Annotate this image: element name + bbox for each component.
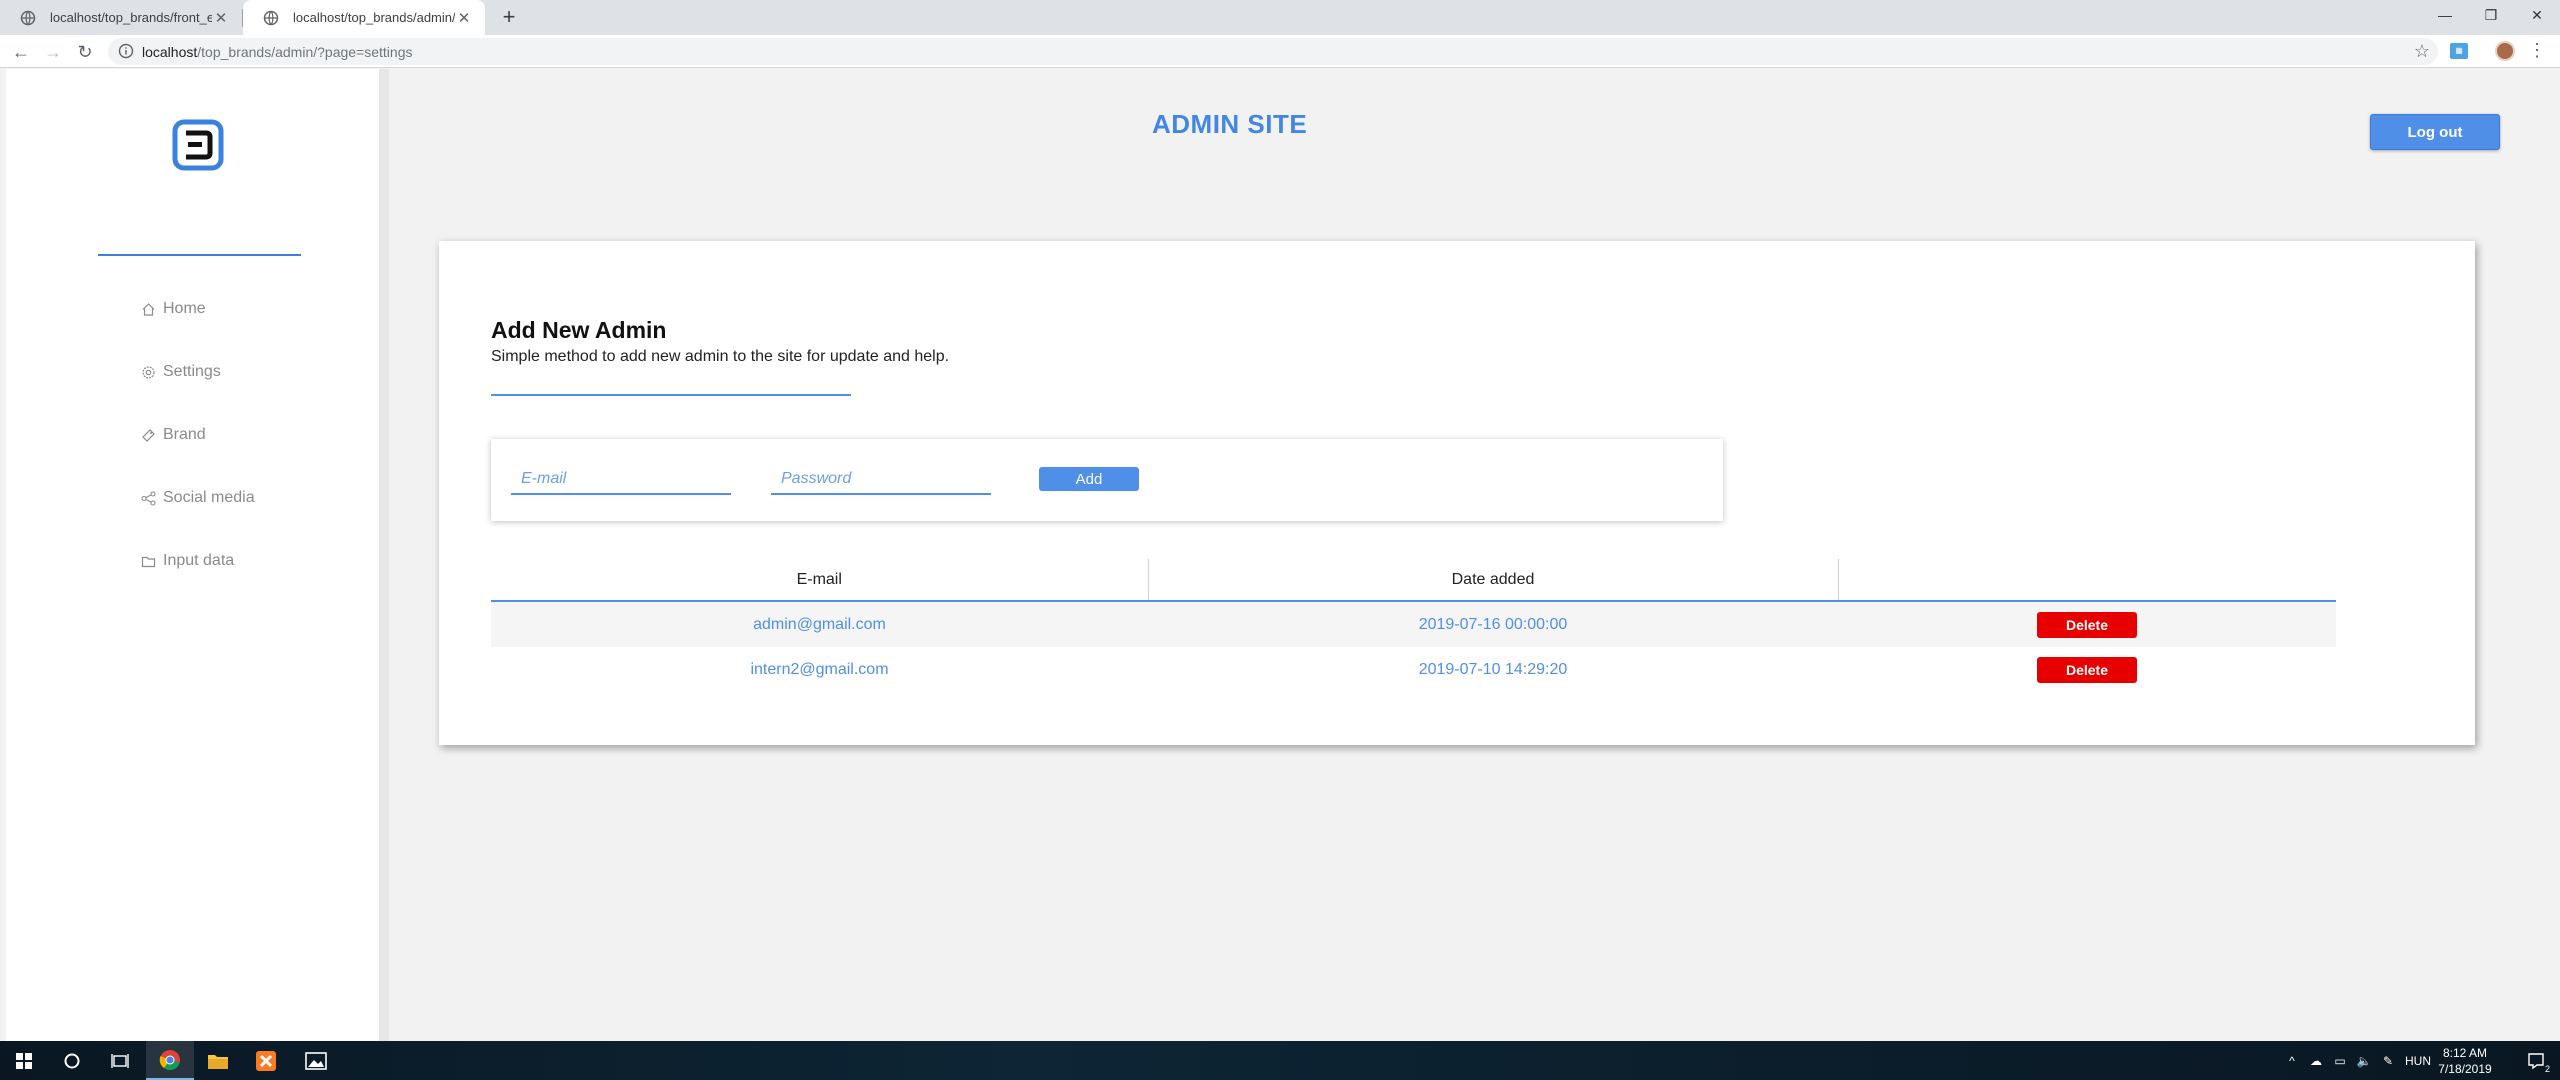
forward-icon[interactable]: → <box>40 39 66 65</box>
sidebar-item-settings[interactable]: Settings <box>141 363 221 381</box>
profile-avatar[interactable] <box>2495 41 2515 61</box>
sidebar-item-home[interactable]: Home <box>141 300 206 318</box>
email-field[interactable] <box>511 465 731 495</box>
search-icon[interactable] <box>48 1041 96 1080</box>
clock[interactable]: 8:12 AM 7/18/2019 <box>2430 1045 2500 1077</box>
logout-button[interactable]: Log out <box>2370 114 2500 150</box>
add-button[interactable]: Add <box>1039 467 1139 491</box>
chevron-up-icon[interactable]: ^ <box>2280 1054 2304 1068</box>
folder-icon <box>141 554 156 569</box>
globe-icon <box>20 10 36 26</box>
chrome-taskbar-icon[interactable] <box>146 1041 194 1080</box>
card-subtitle: Simple method to add new admin to the si… <box>491 348 950 365</box>
browser-tab-front-end[interactable]: localhost/top_brands/front_end/ ✕ <box>0 0 242 35</box>
minimize-icon[interactable]: — <box>2422 0 2468 30</box>
password-field[interactable] <box>771 465 991 495</box>
cloud-icon[interactable]: ☁ <box>2304 1054 2328 1068</box>
close-icon[interactable]: ✕ <box>212 9 230 27</box>
admin-date-added: 2019-07-16 00:00:00 <box>1148 601 1838 647</box>
photos-icon[interactable] <box>292 1041 340 1080</box>
sidebar: Home Settings Brand Social media Input d… <box>6 69 389 1041</box>
new-tab-button[interactable]: + <box>496 5 522 31</box>
title-underline <box>491 394 851 396</box>
menu-kebab-icon[interactable]: ⋮ <box>2528 40 2546 61</box>
action-cell: Delete <box>1838 647 2336 693</box>
table-row: admin@gmail.com 2019-07-16 00:00:00 Dele… <box>491 601 2336 647</box>
logo[interactable] <box>172 119 224 171</box>
table-row: intern2@gmail.com 2019-07-10 14:29:20 De… <box>491 647 2336 693</box>
window-close-icon[interactable]: ✕ <box>2514 0 2560 30</box>
browser-tab-bar: localhost/top_brands/front_end/ ✕ localh… <box>0 0 2560 35</box>
sidebar-item-label: Input data <box>163 552 235 569</box>
column-header-date: Date added <box>1147 559 1838 602</box>
url-text: localhost/top_brands/admin/?page=setting… <box>142 44 412 60</box>
brand-icon <box>141 428 156 443</box>
task-view-icon[interactable] <box>96 1041 144 1080</box>
xampp-icon[interactable] <box>242 1041 290 1080</box>
windows-start-icon[interactable] <box>0 1041 48 1080</box>
extension-icon[interactable]: ▦ <box>2450 43 2468 59</box>
delete-button[interactable]: Delete <box>2037 657 2137 683</box>
notification-center-icon[interactable]: 2 <box>2512 1041 2560 1080</box>
info-icon[interactable] <box>118 43 134 59</box>
sidebar-item-label: Social media <box>163 489 255 506</box>
clock-date: 7/18/2019 <box>2438 1062 2492 1076</box>
browser-tab-admin[interactable]: localhost/top_brands/admin/?pa ✕ <box>243 0 485 35</box>
column-header-email: E-mail <box>491 559 1148 602</box>
page-title: ADMIN SITE <box>1152 109 1308 139</box>
admin-table: E-mail Date added admin@gmail.com 2019-0… <box>491 559 2336 693</box>
volume-icon[interactable]: 🔈 <box>2352 1054 2376 1068</box>
action-cell: Delete <box>1838 601 2336 647</box>
column-header-actions <box>1837 559 2336 602</box>
sidebar-item-social-media[interactable]: Social media <box>141 489 255 507</box>
delete-button[interactable]: Delete <box>2037 611 2137 638</box>
bookmark-star-icon[interactable]: ☆ <box>2414 41 2430 62</box>
gear-icon <box>141 365 156 380</box>
page-content: Home Settings Brand Social media Input d… <box>0 69 2560 1041</box>
back-icon[interactable]: ← <box>8 39 34 65</box>
home-icon <box>141 302 156 317</box>
share-icon <box>141 490 156 506</box>
browser-toolbar: ← → ↻ localhost/top_brands/admin/?page=s… <box>0 35 2560 68</box>
tab-title: localhost/top_brands/admin/?pa <box>293 10 455 25</box>
url-path: /top_brands/admin/?page=settings <box>197 44 413 60</box>
clock-time: 8:12 AM <box>2442 1046 2488 1060</box>
restore-icon[interactable]: ❐ <box>2468 0 2514 30</box>
file-explorer-icon[interactable] <box>194 1041 242 1080</box>
admin-date-added: 2019-07-10 14:29:20 <box>1418 661 1568 678</box>
reload-icon[interactable]: ↻ <box>72 39 98 65</box>
battery-icon[interactable]: ▭ <box>2328 1054 2352 1068</box>
sidebar-item-label: Settings <box>163 363 221 380</box>
tab-title: localhost/top_brands/front_end/ <box>50 10 212 25</box>
sidebar-item-input-data[interactable]: Input data <box>141 552 234 570</box>
close-icon[interactable]: ✕ <box>455 9 473 27</box>
url-host: localhost <box>142 44 198 60</box>
pen-icon[interactable]: ✎ <box>2376 1054 2400 1068</box>
sidebar-item-brand[interactable]: Brand <box>141 426 206 444</box>
globe-icon <box>263 10 279 26</box>
admin-email: intern2@gmail.com <box>750 661 889 678</box>
card-title: Add New Admin <box>491 317 667 343</box>
sidebar-divider <box>98 254 301 256</box>
sidebar-item-label: Home <box>163 300 206 317</box>
admin-email: admin@gmail.com <box>491 601 1148 647</box>
system-tray: ^ ☁ ▭ 🔈 ✎ HUN <box>2280 1041 2436 1080</box>
add-admin-form: Add <box>491 439 1723 521</box>
windows-taskbar: ^ ☁ ▭ 🔈 ✎ HUN 8:12 AM 7/18/2019 2 <box>0 1041 2560 1080</box>
add-admin-card: Add New Admin Simple method to add new a… <box>439 241 2475 745</box>
notification-count: 2 <box>2544 1064 2550 1074</box>
sidebar-item-label: Brand <box>163 426 206 443</box>
table-header-row: E-mail Date added <box>491 559 2336 602</box>
address-bar[interactable]: localhost/top_brands/admin/?page=setting… <box>108 38 2438 65</box>
